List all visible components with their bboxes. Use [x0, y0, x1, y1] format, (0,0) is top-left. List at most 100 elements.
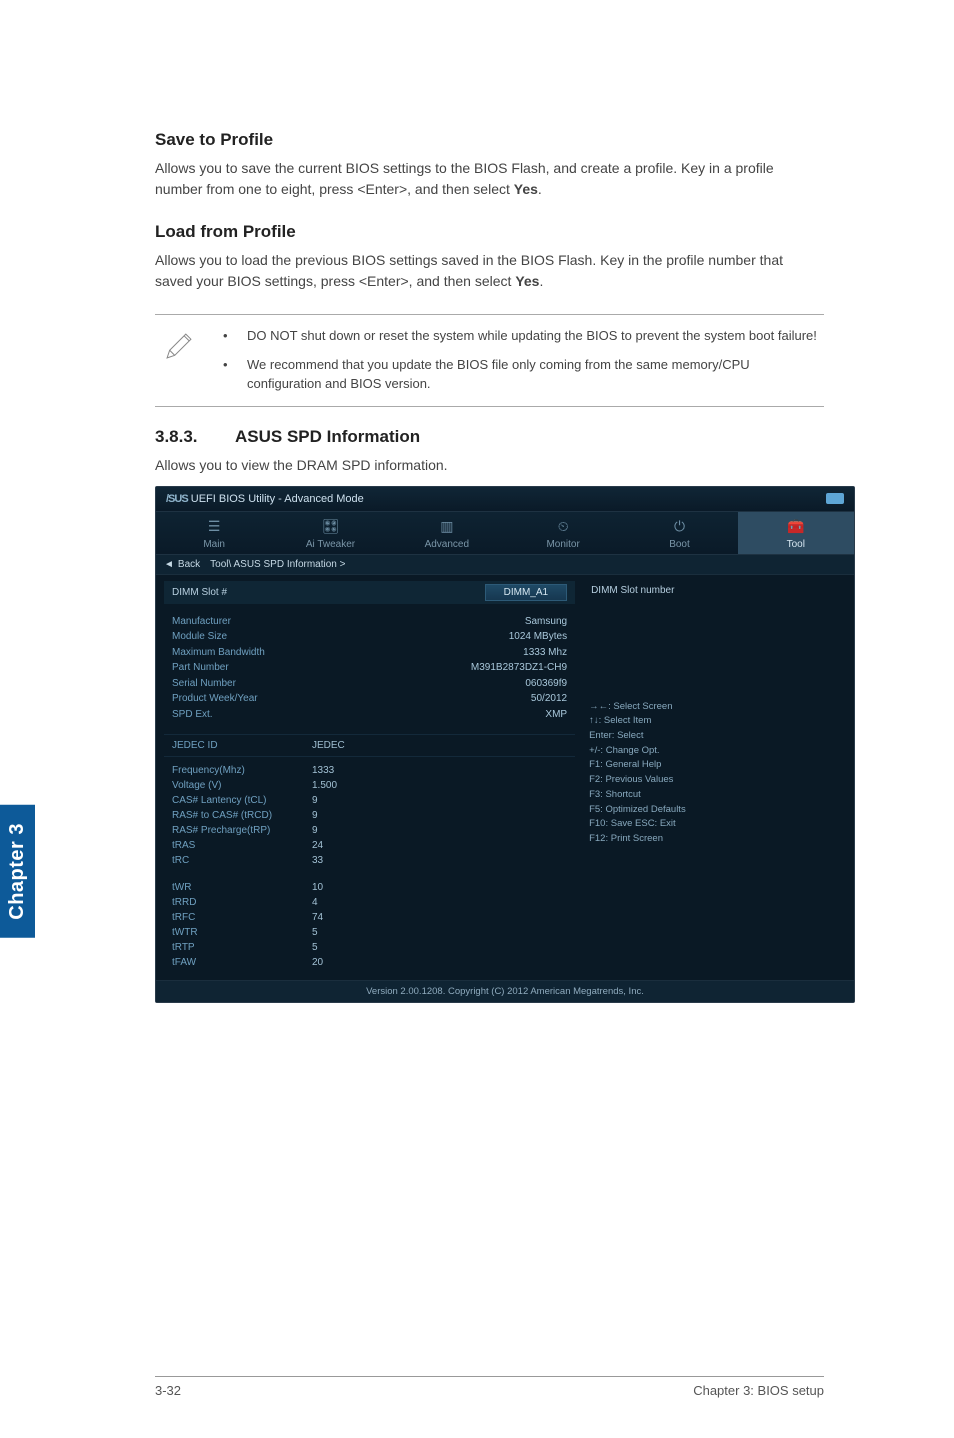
timing-row: CAS# Lantency (tCL)9 [172, 793, 567, 808]
tab-ai-tweaker[interactable]: 🎛 Ai Tweaker [272, 512, 388, 554]
monitor-icon: ⏲ [505, 518, 621, 536]
help-line: →←: Select Screen [589, 700, 846, 715]
timing-key: tRC [172, 853, 312, 868]
tab-monitor[interactable]: ⏲ Monitor [505, 512, 621, 554]
info-key: Product Week/Year [172, 691, 531, 707]
timing-row: tRRD4 [172, 895, 567, 910]
page-number: 3-32 [155, 1383, 181, 1398]
save-profile-yes: Yes [514, 181, 538, 197]
timing-row: tRFC74 [172, 910, 567, 925]
info-row: ManufacturerSamsung [172, 614, 567, 630]
bios-brand: /SUS [166, 493, 188, 505]
note-2-text: We recommend that you update the BIOS fi… [247, 356, 824, 394]
timing-value: 4 [312, 895, 318, 910]
section-number: 3.8.3. [155, 427, 235, 447]
info-row: SPD Ext.XMP [172, 707, 567, 723]
info-value: XMP [545, 707, 567, 723]
help-line: ↑↓: Select Item [589, 714, 846, 729]
tab-boot[interactable]: ⏻ Boot [621, 512, 737, 554]
info-key: Maximum Bandwidth [172, 645, 523, 661]
note-1-text: DO NOT shut down or reset the system whi… [247, 327, 817, 346]
timing-row: tWR10 [172, 880, 567, 895]
info-value: M391B2873DZ1-CH9 [471, 660, 567, 676]
info-key: Module Size [172, 629, 509, 645]
timing-value: 1333 [312, 763, 334, 778]
save-profile-text: Allows you to save the current BIOS sett… [155, 160, 774, 197]
bios-title-text: UEFI BIOS Utility - Advanced Mode [191, 493, 364, 505]
timing-value: 24 [312, 838, 323, 853]
bios-tabs: ☰ Main 🎛 Ai Tweaker ▥ Advanced ⏲ Monitor… [156, 512, 854, 555]
timing-key: tRFC [172, 910, 312, 925]
chip-icon: ▥ [389, 518, 505, 536]
timing-key: tRRD [172, 895, 312, 910]
back-button[interactable]: ◄ Back [164, 559, 200, 570]
dimm-slot-row[interactable]: DIMM Slot # DIMM_A1 [164, 581, 575, 604]
info-key: Serial Number [172, 676, 525, 692]
toolbox-icon: 🧰 [738, 518, 854, 536]
list-icon: ☰ [156, 518, 272, 536]
info-row: Maximum Bandwidth1333 Mhz [172, 645, 567, 661]
timing-row: tRTP5 [172, 940, 567, 955]
palette-icon: 🎛 [272, 518, 388, 536]
timing-value: 9 [312, 793, 318, 808]
right-title: DIMM Slot number [589, 581, 846, 600]
load-profile-end: . [539, 273, 543, 289]
tab-advanced[interactable]: ▥ Advanced [389, 512, 505, 554]
timing-row: RAS# Precharge(tRP)9 [172, 823, 567, 838]
tab-main-label: Main [203, 539, 225, 550]
timing-value: 9 [312, 823, 318, 838]
timing-key: tWTR [172, 925, 312, 940]
page-footer: 3-32 Chapter 3: BIOS setup [155, 1376, 824, 1398]
side-chapter-tab: Chapter 3 [0, 805, 35, 938]
note-item-1: • DO NOT shut down or reset the system w… [223, 327, 824, 346]
timing-row: tRC33 [172, 853, 567, 868]
bios-sub-bar: ◄ Back Tool\ ASUS SPD Information > [156, 555, 854, 575]
help-line: +/-: Change Opt. [589, 744, 846, 759]
bios-window: /SUS UEFI BIOS Utility - Advanced Mode ☰… [155, 486, 855, 1004]
save-profile-heading: Save to Profile [155, 130, 824, 150]
timing-key: tRAS [172, 838, 312, 853]
bullet: • [223, 327, 247, 346]
tab-main[interactable]: ☰ Main [156, 512, 272, 554]
help-line: F1: General Help [589, 758, 846, 773]
tab-tool[interactable]: 🧰 Tool [738, 512, 854, 554]
help-line: Enter: Select [589, 729, 846, 744]
help-line: F5: Optimized Defaults [589, 803, 846, 818]
info-key: Part Number [172, 660, 471, 676]
spd-section-body: Allows you to view the DRAM SPD informat… [155, 455, 824, 476]
load-profile-heading: Load from Profile [155, 222, 824, 242]
dimm-slot-value[interactable]: DIMM_A1 [485, 584, 567, 601]
help-line: F12: Print Screen [589, 832, 846, 847]
info-value: 1333 Mhz [523, 645, 567, 661]
help-legend: →←: Select Screen↑↓: Select ItemEnter: S… [589, 700, 846, 847]
load-profile-text: Allows you to load the previous BIOS set… [155, 252, 783, 289]
back-label: Back [178, 559, 200, 570]
timing-value: 10 [312, 880, 323, 895]
help-line: F3: Shortcut [589, 788, 846, 803]
tab-mon-label: Monitor [546, 539, 579, 550]
jedec-label: JEDEC ID [172, 740, 312, 751]
timing-key: tRTP [172, 940, 312, 955]
save-profile-body: Allows you to save the current BIOS sett… [155, 158, 824, 200]
timing-row: RAS# to CAS# (tRCD)9 [172, 808, 567, 823]
exit-icon[interactable] [826, 493, 844, 504]
tab-ai-label: Ai Tweaker [306, 539, 355, 550]
timing-value: 33 [312, 853, 323, 868]
breadcrumb: Tool\ ASUS SPD Information > [210, 559, 345, 570]
info-value: Samsung [525, 614, 567, 630]
info-row: Product Week/Year50/2012 [172, 691, 567, 707]
help-line: F10: Save ESC: Exit [589, 817, 846, 832]
timing-key: RAS# Precharge(tRP) [172, 823, 312, 838]
timing-key: tFAW [172, 955, 312, 970]
bullet: • [223, 356, 247, 394]
timing-row: tWTR5 [172, 925, 567, 940]
timing-row: tFAW20 [172, 955, 567, 970]
load-profile-body: Allows you to load the previous BIOS set… [155, 250, 824, 292]
tab-boot-label: Boot [669, 539, 690, 550]
note-item-2: • We recommend that you update the BIOS … [223, 356, 824, 394]
power-icon: ⏻ [621, 518, 737, 536]
info-value: 060369f9 [525, 676, 567, 692]
info-row: Module Size1024 MBytes [172, 629, 567, 645]
info-key: SPD Ext. [172, 707, 545, 723]
timing-key: CAS# Lantency (tCL) [172, 793, 312, 808]
